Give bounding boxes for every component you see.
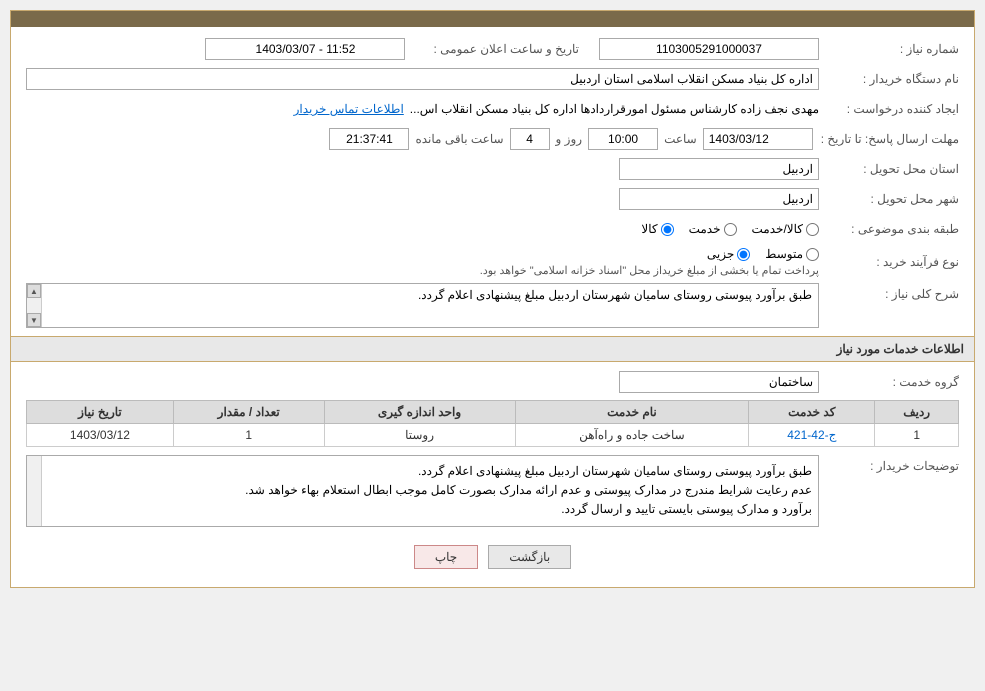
sharh-row: شرح کلی نیاز : ▲ ▼ طبق برآورد پیوستی روس… (26, 283, 959, 328)
tarikhoSaat-label: تاریخ و ساعت اعلان عمومی : (425, 42, 579, 56)
radio-kala-label: کالا (641, 222, 657, 236)
col-header-5: تاریخ نیاز (27, 401, 174, 424)
grooh-label: گروه خدمت : (819, 375, 959, 389)
scroll-down-btn[interactable]: ▼ (27, 313, 41, 327)
radio-kala-khadamat-label: کالا/خدمت (752, 222, 803, 236)
table-row: 1ج-42-421ساخت جاده و راه‌آهنروستا11403/0… (27, 424, 959, 447)
table-head: ردیفکد خدمتنام خدمتواحد اندازه گیریتعداد… (27, 401, 959, 424)
ostan-value-wrapper (26, 158, 819, 180)
ijanKonnande-label: ایجاد کننده درخواست : (819, 102, 959, 116)
main-box: شماره نیاز : تاریخ و ساعت اعلان عمومی : … (10, 10, 975, 588)
noeFarayand-label: نوع فرآیند خرید : (819, 255, 959, 269)
radio-jozii[interactable]: جزیی (707, 247, 750, 261)
baghimande-input[interactable] (329, 128, 409, 150)
tabaghe-label: طبقه بندی موضوعی : (819, 222, 959, 236)
radio-motevaset[interactable]: متوسط (765, 247, 819, 261)
shomareNiaz-row: شماره نیاز : تاریخ و ساعت اعلان عمومی : (26, 37, 959, 61)
ijanKonnande-text: مهدی نجف زاده کارشناس مسئول امورقرارداده… (410, 102, 819, 116)
table-cell-0-2: ساخت جاده و راه‌آهن (515, 424, 749, 447)
rooz-label: روز و (556, 132, 583, 146)
table-cell-0-4: 1 (173, 424, 324, 447)
header-title (11, 11, 974, 27)
date-input[interactable] (703, 128, 813, 150)
ostan-input[interactable] (619, 158, 819, 180)
scroll-up-btn[interactable]: ▲ (27, 284, 41, 298)
table-header-row: ردیفکد خدمتنام خدمتواحد اندازه گیریتعداد… (27, 401, 959, 424)
col-header-1: کد خدمت (749, 401, 875, 424)
radio-jozii-input[interactable] (737, 248, 750, 261)
tarikhoSaat-input[interactable] (205, 38, 405, 60)
back-button[interactable]: بازگشت (488, 545, 571, 569)
sharh-scrollbar: ▲ ▼ (27, 284, 42, 327)
noeFarayand-row: نوع فرآیند خرید : متوسط جزیی پرداخت تمام… (26, 247, 959, 277)
khadamat-section-header: اطلاعات خدمات مورد نیاز (11, 336, 974, 362)
grooh-row: گروه خدمت : (26, 370, 959, 394)
ostan-label: استان محل تحویل : (819, 162, 959, 176)
shahr-input[interactable] (619, 188, 819, 210)
table-cell-0-5: 1403/03/12 (27, 424, 174, 447)
shomareNiaz-value-wrapper: تاریخ و ساعت اعلان عمومی : (26, 38, 819, 60)
sharh-text: طبق برآورد پیوستی روستای سامیان شهرستان … (418, 288, 812, 302)
grooh-value-wrapper (26, 371, 819, 393)
grooh-input[interactable] (619, 371, 819, 393)
rooz-input[interactable] (510, 128, 550, 150)
radio-kala-khadamat-input[interactable] (806, 223, 819, 236)
shahr-value-wrapper (26, 188, 819, 210)
ijanKonnande-row: ایجاد کننده درخواست : مهدی نجف زاده کارش… (26, 97, 959, 121)
namDastgah-value-wrapper (26, 68, 819, 90)
radio-khadamat-input[interactable] (724, 223, 737, 236)
sharh-label: شرح کلی نیاز : (819, 283, 959, 301)
saat-input[interactable] (588, 128, 658, 150)
shomareNiaz-label: شماره نیاز : (819, 42, 959, 56)
ijanKonnande-link[interactable]: اطلاعات تماس خریدار (294, 102, 404, 116)
farayand-desc: پرداخت تمام یا بخشی از مبلغ خریداز محل "… (26, 264, 819, 277)
tozihat-scrollbar (27, 456, 42, 526)
radio-kala-input[interactable] (661, 223, 674, 236)
tozihat-row: توضیحات خریدار : طبق برآورد پیوستی روستا… (26, 455, 959, 527)
ostan-row: استان محل تحویل : (26, 157, 959, 181)
tozihat-value-wrapper: طبق برآورد پیوستی روستای سامیان شهرستان … (26, 455, 819, 527)
col-header-4: تعداد / مقدار (173, 401, 324, 424)
sharh-value-wrapper: ▲ ▼ طبق برآورد پیوستی روستای سامیان شهرس… (26, 283, 819, 328)
tozihat-label: توضیحات خریدار : (819, 455, 959, 473)
col-header-2: نام خدمت (515, 401, 749, 424)
radio-motevaset-label: متوسط (765, 247, 803, 261)
mohlatErsal-value-wrapper: ساعت روز و ساعت باقی مانده (26, 128, 813, 150)
col-header-0: ردیف (875, 401, 959, 424)
saat-label: ساعت (664, 132, 697, 146)
radio-khadamat-label: خدمت (689, 222, 721, 236)
shahr-label: شهر محل تحویل : (819, 192, 959, 206)
radio-kala[interactable]: کالا (641, 222, 673, 236)
noeFarayand-value-wrapper: متوسط جزیی پرداخت تمام یا بخشی از مبلغ خ… (26, 247, 819, 277)
page-wrapper: شماره نیاز : تاریخ و ساعت اعلان عمومی : … (0, 0, 985, 598)
footer-buttons: بازگشت چاپ (26, 533, 959, 577)
table-cell-0-0: 1 (875, 424, 959, 447)
ijanKonnande-value-wrapper: مهدی نجف زاده کارشناس مسئول امورقرارداده… (26, 102, 819, 116)
mohlatErsal-row: مهلت ارسال پاسخ: تا تاریخ : ساعت روز و س… (26, 127, 959, 151)
col-header-3: واحد اندازه گیری (324, 401, 515, 424)
radio-jozii-label: جزیی (707, 247, 734, 261)
table-body: 1ج-42-421ساخت جاده و راه‌آهنروستا11403/0… (27, 424, 959, 447)
services-table: ردیفکد خدمتنام خدمتواحد اندازه گیریتعداد… (26, 400, 959, 447)
content-area: شماره نیاز : تاریخ و ساعت اعلان عمومی : … (11, 27, 974, 587)
radio-kala-khadamat[interactable]: کالا/خدمت (752, 222, 819, 236)
table-cell-0-3: روستا (324, 424, 515, 447)
radio-khadamat[interactable]: خدمت (689, 222, 737, 236)
tabaghe-value-wrapper: کالا/خدمت خدمت کالا (26, 222, 819, 236)
tabaghe-row: طبقه بندی موضوعی : کالا/خدمت خدمت کالا (26, 217, 959, 241)
tozihat-box[interactable]: طبق برآورد پیوستی روستای سامیان شهرستان … (26, 455, 819, 527)
print-button[interactable]: چاپ (414, 545, 478, 569)
shahr-row: شهر محل تحویل : (26, 187, 959, 211)
namDastgah-row: نام دستگاه خریدار : (26, 67, 959, 91)
radio-motevaset-input[interactable] (806, 248, 819, 261)
namDastgah-input[interactable] (26, 68, 819, 90)
table-cell-0-1: ج-42-421 (749, 424, 875, 447)
tozihat-text: طبق برآورد پیوستی روستای سامیان شهرستان … (245, 464, 812, 516)
namDastgah-label: نام دستگاه خریدار : (819, 72, 959, 86)
sharh-textarea[interactable]: ▲ ▼ طبق برآورد پیوستی روستای سامیان شهرس… (26, 283, 819, 328)
shomareNiaz-input[interactable] (599, 38, 819, 60)
baghimande-label: ساعت باقی مانده (415, 132, 503, 146)
mohlatErsal-label: مهلت ارسال پاسخ: تا تاریخ : (813, 132, 959, 146)
